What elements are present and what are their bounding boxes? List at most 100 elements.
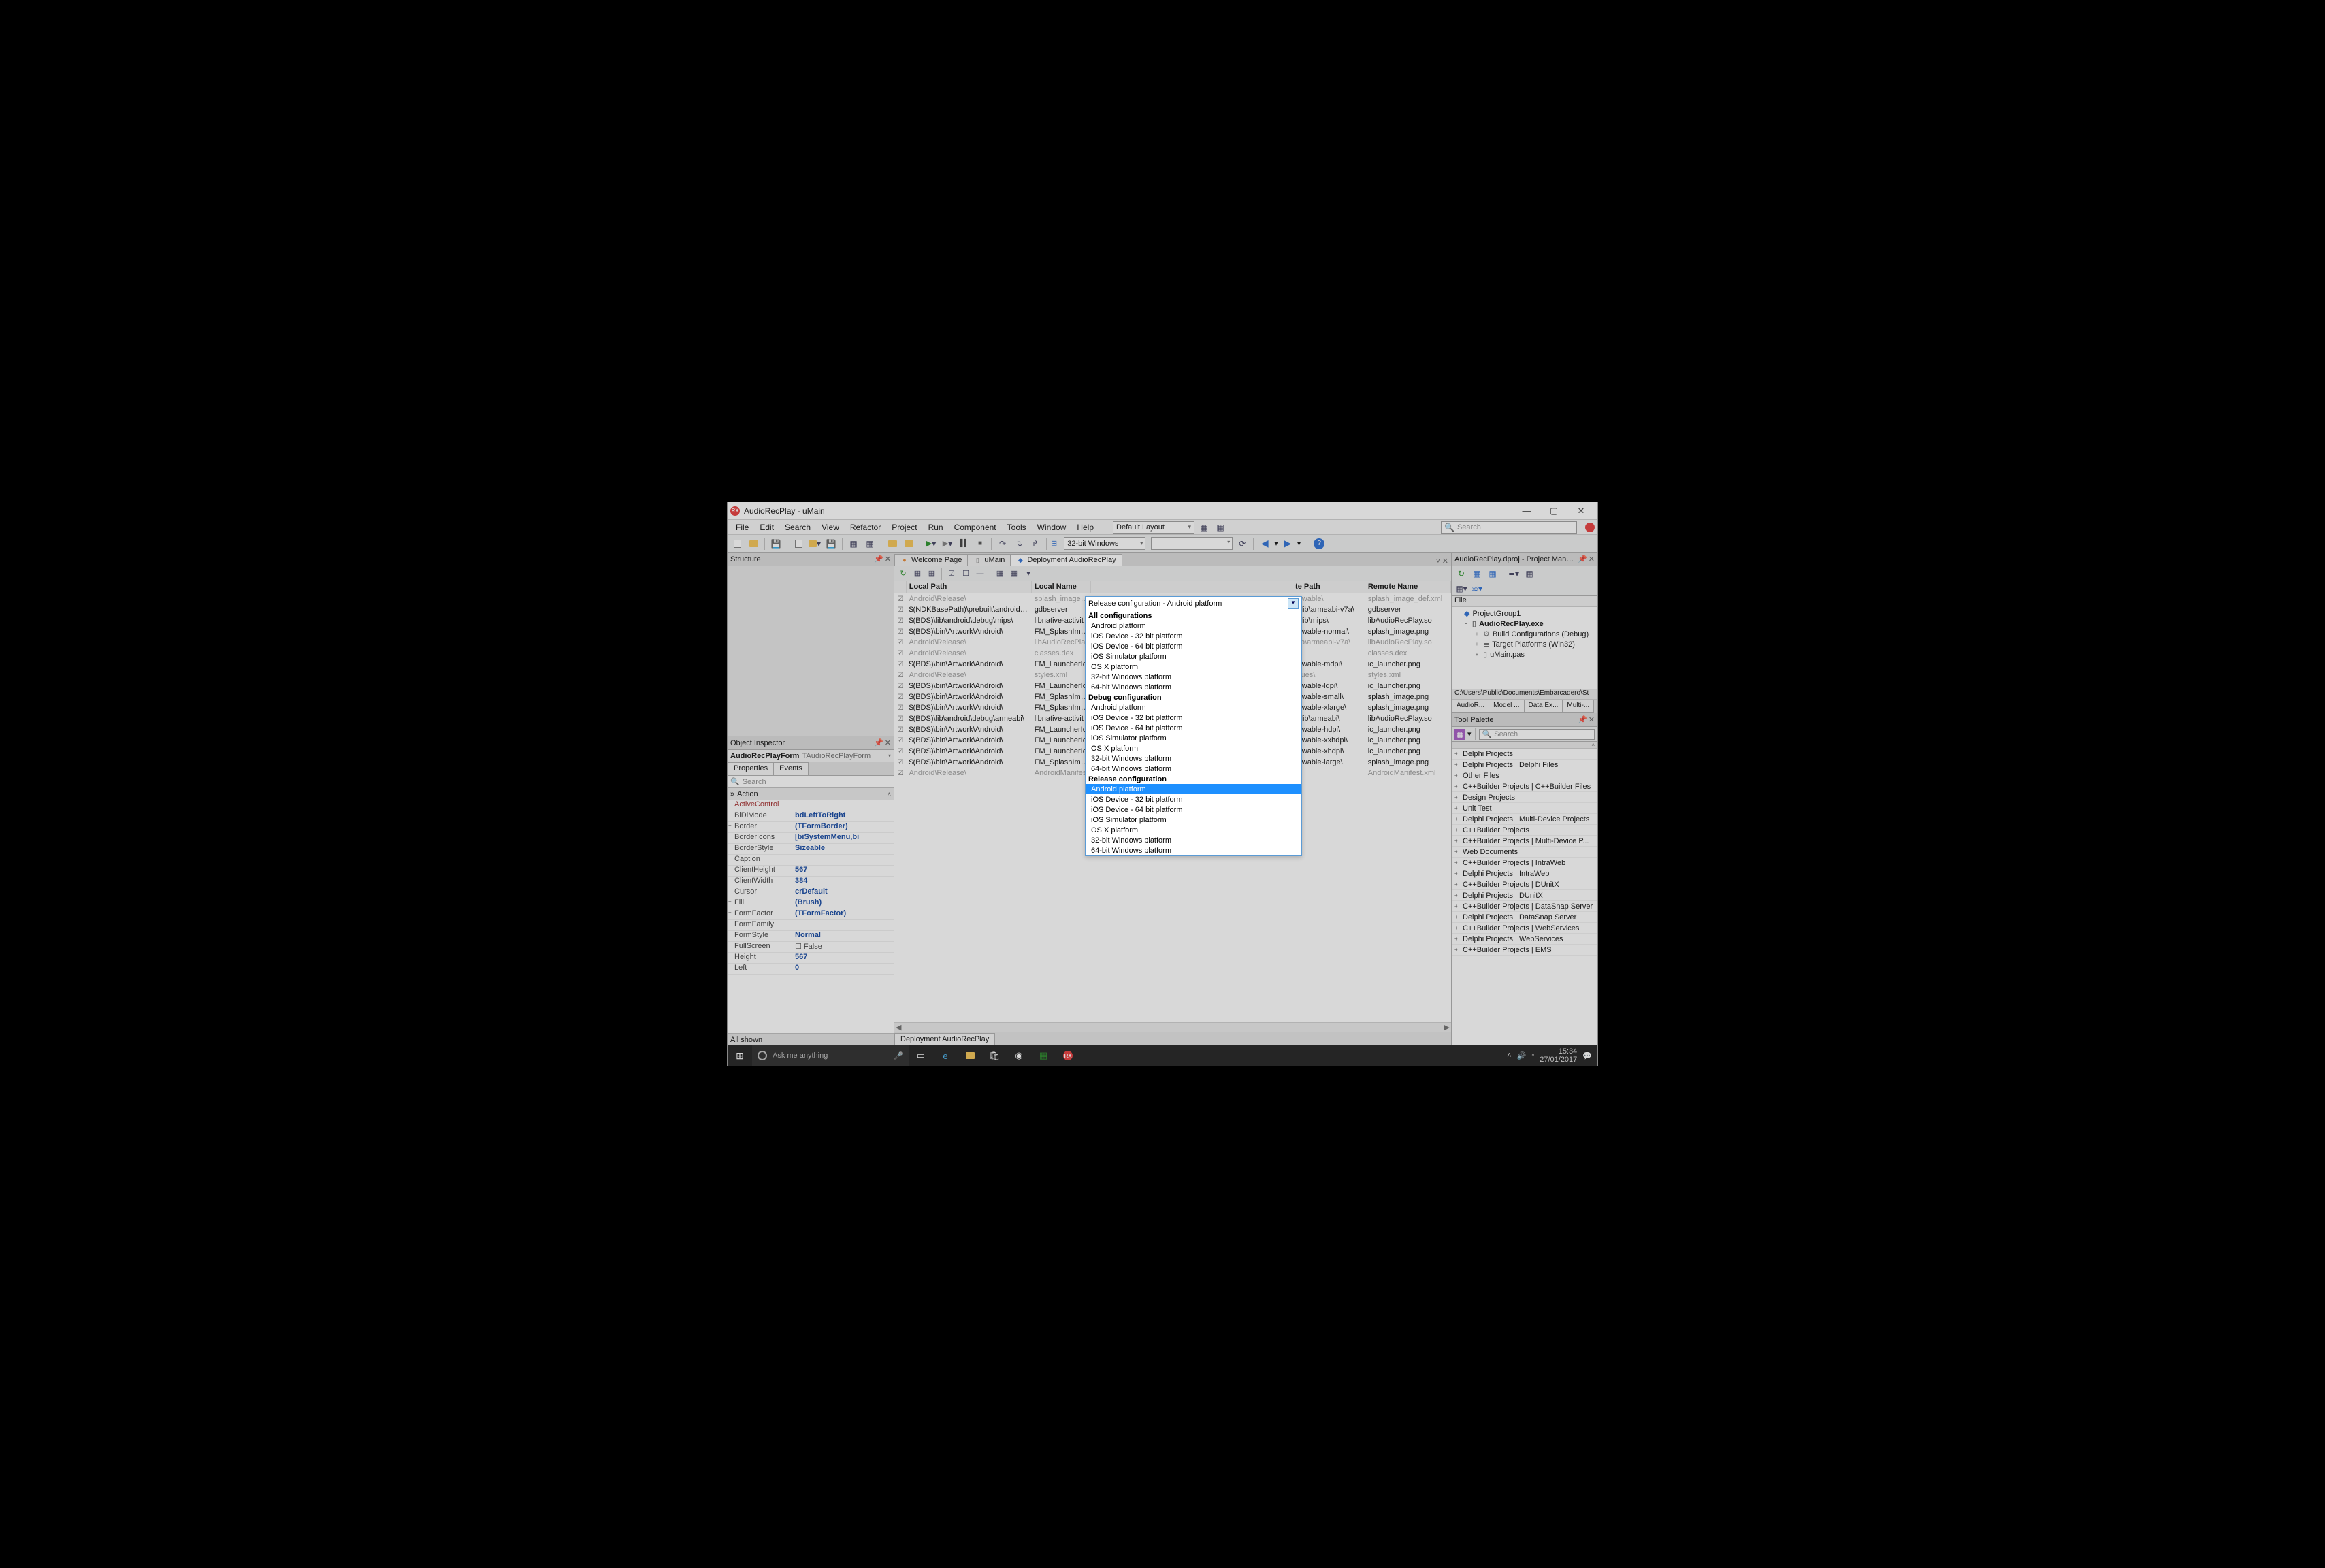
- save-all-icon[interactable]: 💾: [824, 537, 838, 551]
- dropdown-option[interactable]: 64-bit Windows platform: [1086, 764, 1301, 774]
- pm-filter1-icon[interactable]: ▦▾: [1454, 582, 1468, 595]
- pm-refresh-icon[interactable]: ↻: [1454, 567, 1468, 581]
- pin-icon[interactable]: 📌: [874, 555, 883, 564]
- menu-search[interactable]: Search: [779, 521, 816, 534]
- config-dropdown[interactable]: Release configuration - Android platform…: [1085, 596, 1302, 856]
- deploy-remove-icon[interactable]: ▦: [926, 568, 938, 580]
- ide-search-input[interactable]: 🔍 Search: [1441, 521, 1577, 534]
- oi-category-header[interactable]: » Action ˄: [728, 788, 894, 800]
- step-over-icon[interactable]: ↷: [996, 537, 1009, 551]
- device-selector[interactable]: [1151, 537, 1233, 550]
- task-view-icon[interactable]: ▭: [909, 1045, 933, 1066]
- oi-property-row[interactable]: +FormFactor(TFormFactor): [728, 909, 894, 920]
- oi-tab-properties[interactable]: Properties: [728, 762, 774, 775]
- tab-deployment[interactable]: ◆Deployment AudioRecPlay: [1010, 554, 1122, 566]
- palette-category[interactable]: +C++Builder Projects | Multi-Device P...: [1452, 836, 1597, 847]
- edge-icon[interactable]: e: [933, 1045, 958, 1066]
- col-local-path[interactable]: Local Path: [907, 581, 1032, 593]
- dropdown-option[interactable]: OS X platform: [1086, 662, 1301, 672]
- device-refresh-icon[interactable]: ⟳: [1235, 537, 1249, 551]
- menu-tools[interactable]: Tools: [1002, 521, 1032, 534]
- dropdown-option[interactable]: iOS Device - 64 bit platform: [1086, 804, 1301, 815]
- add-to-project-icon[interactable]: ▦: [847, 537, 860, 551]
- layout-selector[interactable]: Default Layout: [1113, 521, 1194, 534]
- dropdown-option[interactable]: 32-bit Windows platform: [1086, 753, 1301, 764]
- tab-umain[interactable]: ▯uMain: [967, 554, 1011, 566]
- palette-category[interactable]: +C++Builder Projects | DUnitX: [1452, 879, 1597, 890]
- deploy-clean-icon[interactable]: —: [974, 568, 986, 580]
- volume-icon[interactable]: 🔊: [1517, 1051, 1527, 1060]
- run-no-debug-button[interactable]: ▶▾: [941, 537, 954, 551]
- dropdown-option[interactable]: iOS Device - 32 bit platform: [1086, 713, 1301, 723]
- oi-property-row[interactable]: BorderStyleSizeable: [728, 844, 894, 855]
- chevron-down-icon[interactable]: ˅: [1436, 557, 1440, 566]
- save-icon[interactable]: 💾: [769, 537, 783, 551]
- network-icon[interactable]: ▫: [1531, 1051, 1534, 1060]
- layout-save-icon[interactable]: ▦: [1197, 521, 1211, 534]
- dropdown-option[interactable]: iOS Simulator platform: [1086, 733, 1301, 743]
- menu-file[interactable]: File: [730, 521, 754, 534]
- close-panel-icon[interactable]: ✕: [885, 738, 891, 747]
- pin-icon[interactable]: 📌: [874, 738, 883, 747]
- oi-search-input[interactable]: 🔍 Search: [728, 776, 894, 788]
- ctx-tab-model[interactable]: Model ...: [1489, 700, 1524, 713]
- pin-icon[interactable]: 📌: [1578, 555, 1587, 564]
- menu-component[interactable]: Component: [949, 521, 1002, 534]
- oi-property-row[interactable]: ClientWidth384: [728, 877, 894, 887]
- close-panel-icon[interactable]: ✕: [885, 555, 891, 564]
- oi-property-row[interactable]: Caption: [728, 855, 894, 866]
- dropdown-option[interactable]: iOS Device - 32 bit platform: [1086, 631, 1301, 641]
- oi-property-row[interactable]: +Fill(Brush): [728, 898, 894, 909]
- deploy-col1-icon[interactable]: ▦: [994, 568, 1006, 580]
- palette-category[interactable]: +C++Builder Projects | C++Builder Files: [1452, 781, 1597, 792]
- maximize-button[interactable]: ▢: [1540, 502, 1567, 520]
- excel-icon[interactable]: ▦: [1031, 1045, 1056, 1066]
- config-dropdown-selected[interactable]: Release configuration - Android platform: [1086, 597, 1301, 610]
- dropdown-option[interactable]: 64-bit Windows platform: [1086, 682, 1301, 692]
- nav-forward-button[interactable]: ▶: [1281, 537, 1295, 551]
- palette-category[interactable]: +Unit Test: [1452, 803, 1597, 814]
- deploy-checkall-icon[interactable]: ☑: [945, 568, 958, 580]
- new-items-icon[interactable]: [792, 537, 805, 551]
- pm-tree-node[interactable]: ◆ProjectGroup1: [1452, 608, 1597, 619]
- run-button[interactable]: ▶▾: [924, 537, 938, 551]
- palette-category[interactable]: +Delphi Projects | DUnitX: [1452, 890, 1597, 901]
- dropdown-option[interactable]: 64-bit Windows platform: [1086, 845, 1301, 855]
- menu-help[interactable]: Help: [1071, 521, 1099, 534]
- pm-tree-node[interactable]: –▯AudioRecPlay.exe: [1452, 619, 1597, 629]
- palette-category[interactable]: +Delphi Projects | IntraWeb: [1452, 868, 1597, 879]
- col-local-name[interactable]: Local Name: [1032, 581, 1091, 593]
- col-remote-name[interactable]: Remote Name: [1365, 581, 1451, 593]
- palette-category[interactable]: +Delphi Projects | DataSnap Server: [1452, 912, 1597, 923]
- palette-category[interactable]: +Delphi Projects: [1452, 749, 1597, 760]
- open-file-icon[interactable]: [747, 537, 760, 551]
- deploy-down-icon[interactable]: ▾: [1022, 568, 1035, 580]
- oi-property-row[interactable]: CursorcrDefault: [728, 887, 894, 898]
- menu-edit[interactable]: Edit: [754, 521, 779, 534]
- oi-property-row[interactable]: ClientHeight567: [728, 866, 894, 877]
- stop-button[interactable]: ■: [973, 537, 987, 551]
- palette-category[interactable]: +C++Builder Projects | EMS: [1452, 945, 1597, 956]
- pm-tree-node[interactable]: +▯uMain.pas: [1452, 649, 1597, 659]
- dropdown-option[interactable]: Android platform: [1086, 621, 1301, 631]
- oi-property-row[interactable]: BiDiModebdLeftToRight: [728, 811, 894, 822]
- folder-add-icon[interactable]: [885, 537, 899, 551]
- tab-welcome[interactable]: ●Welcome Page: [894, 554, 968, 566]
- dropdown-option[interactable]: Android platform: [1086, 702, 1301, 713]
- oi-property-row[interactable]: +BorderIcons[biSystemMenu,bi: [728, 833, 894, 844]
- store-icon[interactable]: 🛍: [982, 1045, 1007, 1066]
- dropdown-option[interactable]: OS X platform: [1086, 743, 1301, 753]
- close-panel-icon[interactable]: ✕: [1589, 555, 1595, 564]
- oi-property-row[interactable]: Left0: [728, 964, 894, 975]
- ctx-tab-dataex[interactable]: Data Ex...: [1524, 700, 1563, 713]
- oi-object-selector[interactable]: AudioRecPlayForm TAudioRecPlayForm ▾: [728, 750, 894, 762]
- ctx-tab-multi[interactable]: Multi-...: [1562, 700, 1594, 713]
- dropdown-option[interactable]: iOS Device - 32 bit platform: [1086, 794, 1301, 804]
- folder-remove-icon[interactable]: [902, 537, 915, 551]
- start-button[interactable]: ⊞: [728, 1045, 752, 1066]
- new-file-icon[interactable]: [730, 537, 744, 551]
- help-button[interactable]: ?: [1314, 538, 1324, 549]
- palette-category[interactable]: +C++Builder Projects | IntraWeb: [1452, 858, 1597, 868]
- palette-category[interactable]: +Other Files: [1452, 770, 1597, 781]
- minimize-button[interactable]: —: [1513, 502, 1540, 520]
